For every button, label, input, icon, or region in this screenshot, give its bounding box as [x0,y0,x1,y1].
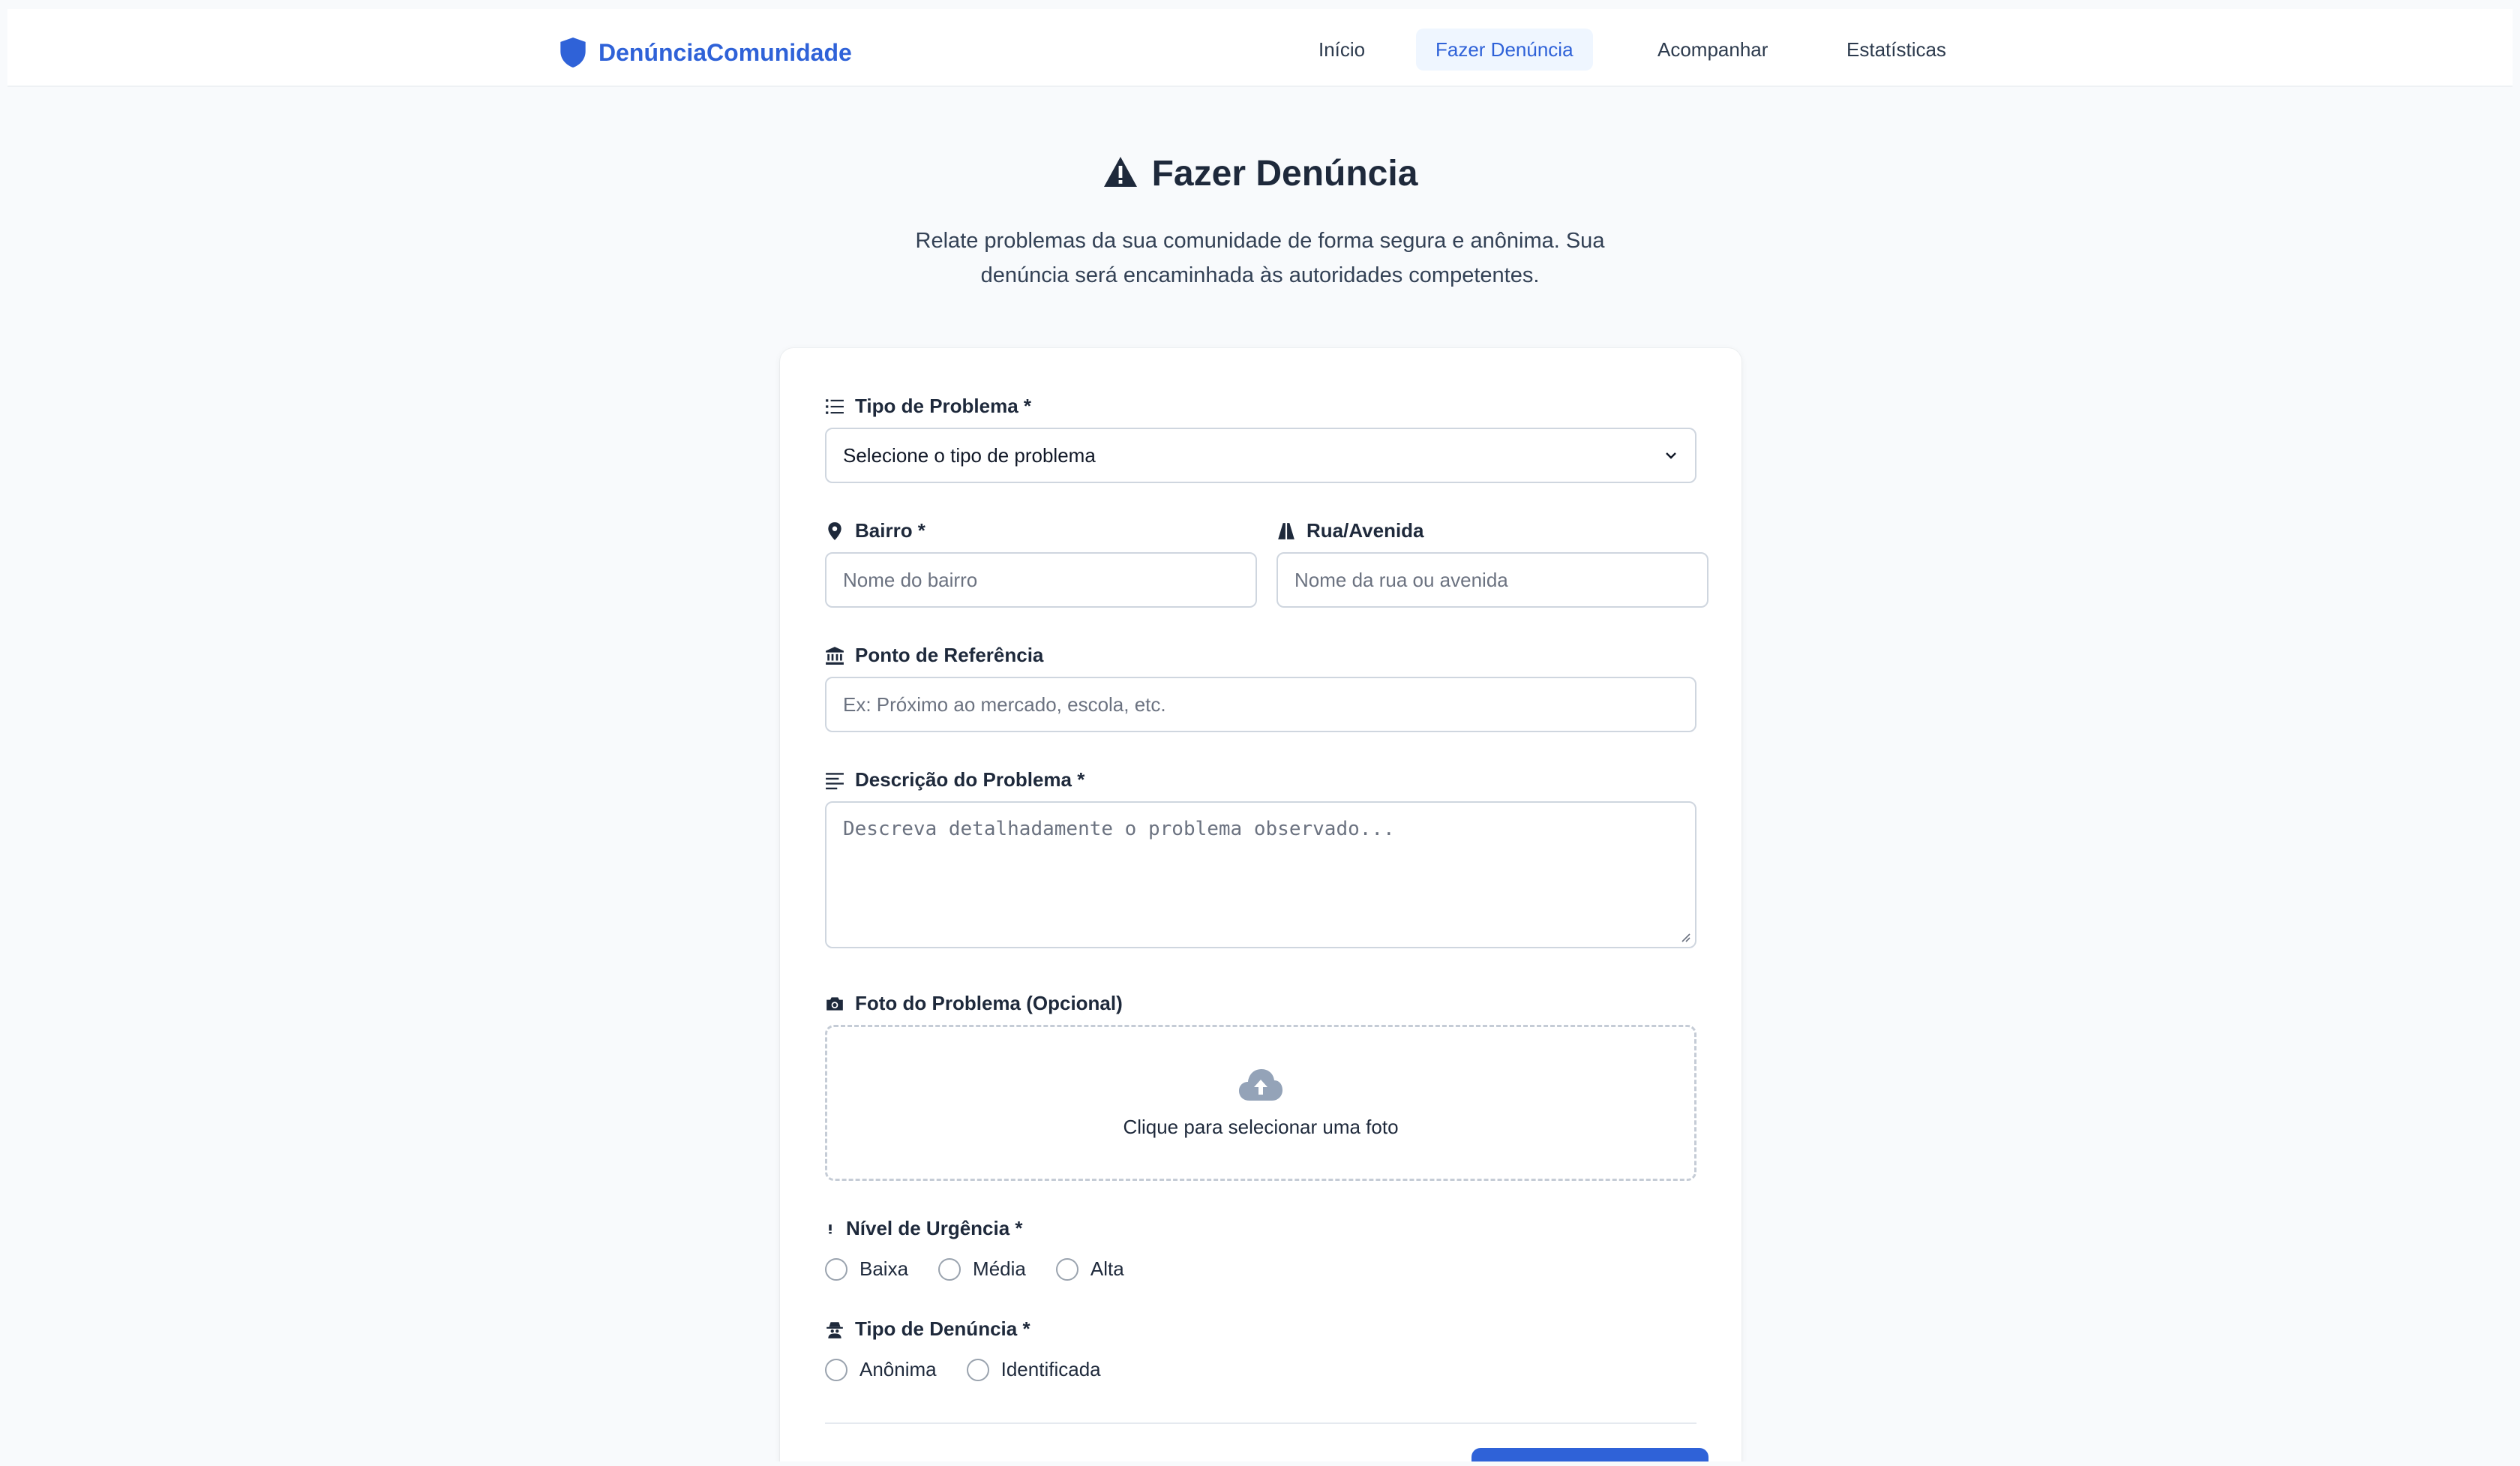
radio-circle[interactable] [966,1358,989,1381]
report-form-card: Tipo de Problema * Selecione o tipo de p… [780,348,1742,1461]
align-left-icon [826,772,844,789]
camera-icon [826,996,843,1011]
nav-item-acompanhar[interactable]: Acompanhar [1638,29,1787,71]
radio-circle[interactable] [825,1257,848,1281]
tipo-problema-select[interactable]: Selecione o tipo de problema [825,428,1696,483]
tipo-denuncia-option-anonima[interactable]: Anônima [825,1358,937,1381]
foto-label: Foto do Problema (Opcional) [825,992,1123,1015]
tipo-denuncia-label: Tipo de Denúncia * [825,1317,1030,1341]
submit-button[interactable] [1472,1448,1708,1461]
top-navbar: DenúnciaComunidade Início Fazer Denúncia… [8,9,2512,87]
nav-item-inicio[interactable]: Início [1299,29,1384,71]
map-pin-icon [828,521,842,540]
tipo-problema-label: Tipo de Problema * [825,395,1031,418]
bairro-label: Bairro * [825,519,926,542]
descricao-textarea[interactable]: Descreva detalhadamente o problema obser… [825,801,1696,948]
page-title: Fazer Denúncia [8,153,2512,194]
main-nav: Início Fazer Denúncia Acompanhar Estatís… [8,29,2512,71]
referencia-label: Ponto de Referência [825,644,1043,667]
exclamation-icon [829,1224,832,1233]
urgencia-option-media[interactable]: Média [938,1257,1026,1281]
urgencia-option-baixa[interactable]: Baixa [825,1257,908,1281]
bairro-input[interactable]: Nome do bairro [825,552,1257,608]
rua-label: Rua/Avenida [1276,519,1424,542]
urgencia-option-alta[interactable]: Alta [1055,1257,1124,1281]
photo-upload-dropzone[interactable]: Clique para selecionar uma foto [825,1025,1696,1181]
radio-circle[interactable] [825,1358,848,1381]
nav-item-fazer-denuncia[interactable]: Fazer Denúncia [1416,29,1593,71]
chevron-down-icon [1666,452,1676,459]
urgencia-radio-group: Baixa Média Alta [825,1257,1154,1281]
radio-circle[interactable] [1055,1257,1078,1281]
nav-item-estatisticas[interactable]: Estatísticas [1827,29,1966,71]
landmark-icon [826,646,844,665]
list-icon [826,398,844,414]
tipo-denuncia-radio-group: Anônima Identificada [825,1358,1131,1381]
tipo-denuncia-option-identificada[interactable]: Identificada [966,1358,1101,1381]
page-subtitle: Relate problemas da sua comunidade de fo… [915,229,1605,287]
form-divider [825,1422,1696,1424]
road-icon [1278,522,1294,539]
referencia-input[interactable]: Ex: Próximo ao mercado, escola, etc. [825,677,1696,732]
user-secret-icon [826,1321,843,1338]
resize-grip-icon[interactable] [1680,932,1690,942]
app-frame: DenúnciaComunidade Início Fazer Denúncia… [8,9,2512,1461]
warning-triangle-icon [1103,157,1137,187]
urgencia-label: Nível de Urgência * [825,1217,1023,1240]
rua-input[interactable]: Nome da rua ou avenida [1276,552,1708,608]
radio-circle[interactable] [938,1257,962,1281]
descricao-label: Descrição do Problema * [825,768,1084,792]
cloud-upload-icon [1239,1068,1282,1101]
